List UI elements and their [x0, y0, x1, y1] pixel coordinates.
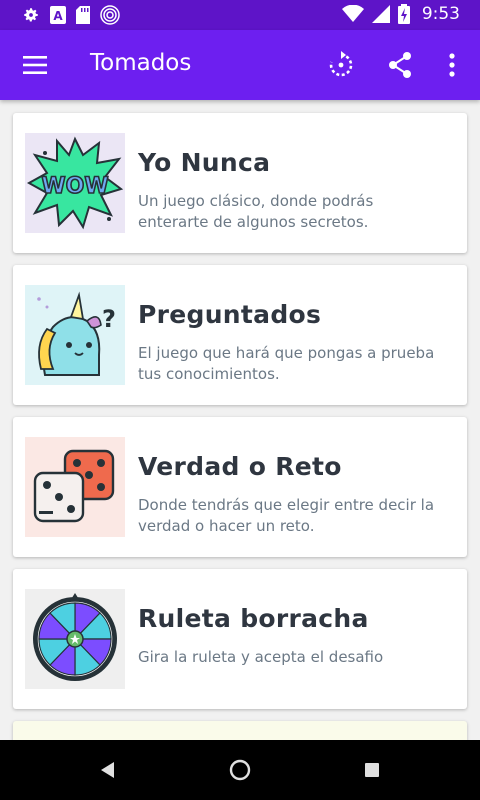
- dice-icon: [25, 437, 125, 537]
- system-nav-bar: [0, 740, 480, 800]
- game-card-verdad-o-reto[interactable]: Verdad o Reto Donde tendrás que elegir e…: [13, 417, 467, 557]
- card-title: Preguntados: [138, 300, 322, 329]
- card-description: Donde tendrás que elegir entre decir la …: [138, 496, 435, 535]
- unicorn-question-icon: ?: [25, 285, 125, 385]
- battery-charging-icon: [397, 4, 410, 24]
- card-title: Verdad o Reto: [138, 452, 342, 481]
- app-title: Tomados: [90, 50, 192, 76]
- wifi-icon: [341, 5, 364, 22]
- clock: 9:53: [421, 4, 460, 24]
- card-description: Un juego clásico, donde podrás enterarte…: [138, 192, 374, 231]
- more-vert-icon[interactable]: [437, 50, 467, 80]
- signal-icon: [371, 5, 390, 23]
- svg-text:WOW: WOW: [41, 174, 108, 199]
- svg-text:A: A: [53, 9, 63, 23]
- game-card-partial[interactable]: [13, 721, 467, 740]
- sd-card-icon: [76, 6, 90, 24]
- svg-text:?: ?: [102, 305, 116, 333]
- spiral-icon: [100, 5, 120, 25]
- back-icon[interactable]: [96, 758, 120, 782]
- game-card-preguntados[interactable]: ? Preguntados El juego que hará que pong…: [13, 265, 467, 405]
- gear-icon: [24, 8, 38, 22]
- wow-burst-icon: WOW: [25, 133, 125, 233]
- roulette-wheel-icon: [25, 589, 125, 689]
- font-a-icon: A: [50, 6, 66, 24]
- card-description: Gira la ruleta y acepta el desafio: [138, 648, 384, 666]
- menu-icon[interactable]: [20, 52, 50, 78]
- app-bar: Tomados: [0, 30, 480, 100]
- share-icon[interactable]: [386, 50, 416, 80]
- refresh-icon[interactable]: [326, 50, 356, 80]
- recents-icon[interactable]: [360, 758, 384, 782]
- home-icon[interactable]: [228, 758, 252, 782]
- card-description: El juego que hará que pongas a prueba tu…: [138, 344, 435, 383]
- game-list[interactable]: WOW Yo Nunca Un juego clásico, donde pod…: [0, 100, 480, 740]
- status-bar: A 9:53: [0, 0, 480, 30]
- card-title: Yo Nunca: [138, 148, 271, 177]
- game-card-ruleta-borracha[interactable]: Ruleta borracha Gira la ruleta y acepta …: [13, 569, 467, 709]
- card-title: Ruleta borracha: [138, 604, 369, 633]
- game-card-yo-nunca[interactable]: WOW Yo Nunca Un juego clásico, donde pod…: [13, 113, 467, 253]
